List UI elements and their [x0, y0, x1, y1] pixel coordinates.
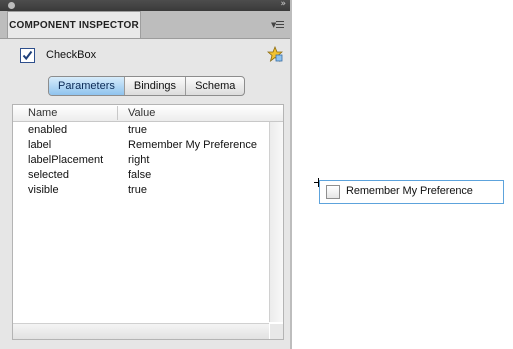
param-name: enabled — [28, 124, 68, 136]
checkbox-unchecked-icon[interactable] — [326, 185, 340, 199]
column-header-name[interactable]: Name — [28, 107, 57, 119]
horizontal-scrollbar[interactable] — [13, 323, 269, 339]
component-header: CheckBox — [0, 38, 290, 72]
param-value[interactable]: false — [128, 169, 151, 181]
param-name: visible — [28, 184, 59, 196]
param-name: labelPlacement — [28, 154, 104, 166]
column-header-value[interactable]: Value — [128, 107, 155, 119]
param-value[interactable]: Remember My Preference — [128, 139, 257, 151]
table-row[interactable]: label Remember My Preference — [13, 138, 269, 153]
param-value[interactable]: true — [128, 124, 147, 136]
table-row[interactable]: enabled true — [13, 123, 269, 138]
vertical-scrollbar[interactable] — [269, 122, 283, 322]
scrollbar-corner — [270, 324, 283, 339]
double-chevron-right-icon[interactable]: » — [280, 0, 286, 9]
param-name: selected — [28, 169, 69, 181]
param-value[interactable]: true — [128, 184, 147, 196]
column-divider[interactable] — [117, 106, 118, 120]
component-name: CheckBox — [46, 49, 97, 61]
checkbox-checked-icon — [20, 48, 35, 63]
grid-header: Name Value — [13, 105, 283, 122]
tab-parameters[interactable]: Parameters — [49, 77, 125, 95]
tab-schema[interactable]: Schema — [186, 77, 244, 95]
stage-checkbox-component[interactable]: Remember My Preference — [319, 180, 504, 204]
close-dot-icon[interactable] — [8, 2, 15, 9]
param-name: label — [28, 139, 52, 151]
parameters-grid: Name Value enabled true label Remember M… — [12, 104, 284, 340]
table-row[interactable]: selected false — [13, 168, 269, 183]
param-value[interactable]: right — [128, 154, 149, 166]
component-inspector-panel: » COMPONENT INSPECTOR ▼ CheckBox Paramet… — [0, 0, 290, 349]
grid-rows: enabled true label Remember My Preferenc… — [13, 123, 269, 198]
table-row[interactable]: labelPlacement right — [13, 153, 269, 168]
panel-edge — [290, 0, 292, 349]
stage-checkbox-label: Remember My Preference — [346, 185, 473, 197]
table-row[interactable]: visible true — [13, 183, 269, 198]
tab-component-inspector[interactable]: COMPONENT INSPECTOR — [7, 11, 141, 38]
inspector-tabs: Parameters Bindings Schema — [48, 76, 246, 96]
panel-title-bar[interactable]: » — [0, 0, 290, 11]
tab-bindings[interactable]: Bindings — [125, 77, 187, 95]
star-component-icon — [266, 45, 284, 67]
panel-menu-icon[interactable]: ▼ — [271, 20, 285, 30]
